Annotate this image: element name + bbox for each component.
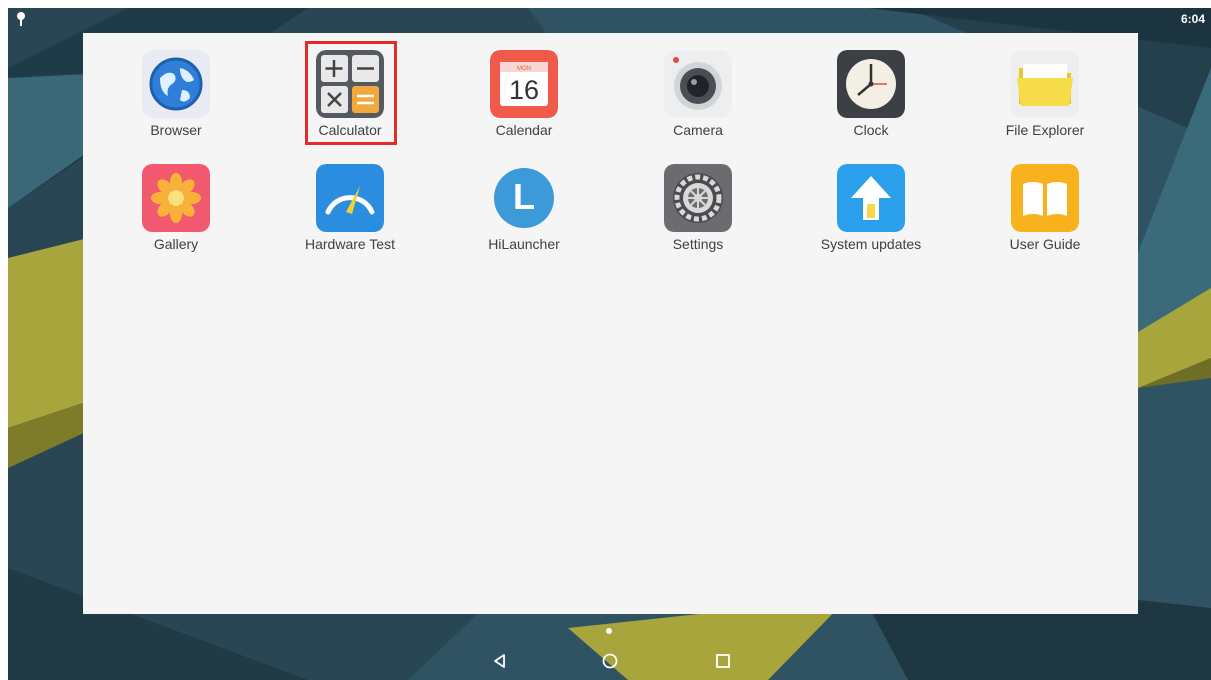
map-pin-icon [17,12,25,26]
app-drawer: Browser Calculator MON 16 Calendar Camer… [83,33,1138,614]
recents-square-icon[interactable] [712,650,734,672]
app-camera[interactable]: Camera [623,33,773,141]
flower-icon [142,164,210,232]
app-label: Settings [672,236,724,252]
app-label: User Guide [1009,236,1081,252]
app-file-explorer[interactable]: File Explorer [970,33,1120,141]
arrow-up-icon [837,164,905,232]
app-user-guide[interactable]: User Guide [970,147,1120,255]
app-label: File Explorer [1005,122,1085,138]
status-time: 6:04 [1180,12,1205,26]
app-label: Calendar [495,122,553,138]
svg-text:MON: MON [517,66,531,72]
app-label: Gallery [153,236,199,252]
app-hardware-test[interactable]: Hardware Test [275,147,425,255]
calendar-day: 16 [508,75,540,105]
clock-icon [837,50,905,118]
app-hilauncher[interactable]: L HiLauncher [449,147,599,255]
calculator-highlight-box [305,41,397,145]
calendar-icon: MON 16 [490,50,558,118]
globe-icon [142,50,210,118]
speedometer-icon [316,164,384,232]
back-triangle-icon[interactable] [489,650,511,672]
app-label: Camera [673,122,723,138]
navigation-bar [8,632,1211,680]
app-settings[interactable]: Settings [623,147,773,255]
android-screen: 6:04 Browser Calculator MON 16 Calendar … [0,0,1211,680]
camera-icon [664,50,732,118]
app-label: HiLauncher [488,236,560,252]
app-label: Hardware Test [304,236,395,252]
app-clock[interactable]: Clock [796,33,946,141]
book-icon [1011,164,1079,232]
app-calendar[interactable]: MON 16 Calendar [449,33,599,141]
launcher-l-icon: L [490,164,558,232]
launcher-letter: L [513,176,535,217]
app-browser[interactable]: Browser [101,33,251,141]
app-gallery[interactable]: Gallery [101,147,251,255]
status-bar: 6:04 [8,8,1211,32]
app-system-updates[interactable]: System updates [796,147,946,255]
app-label: System updates [820,236,922,252]
gear-icon [664,164,732,232]
folder-icon [1011,50,1079,118]
app-label: Clock [853,122,889,138]
app-label: Browser [150,122,202,138]
home-circle-icon[interactable] [599,650,621,672]
